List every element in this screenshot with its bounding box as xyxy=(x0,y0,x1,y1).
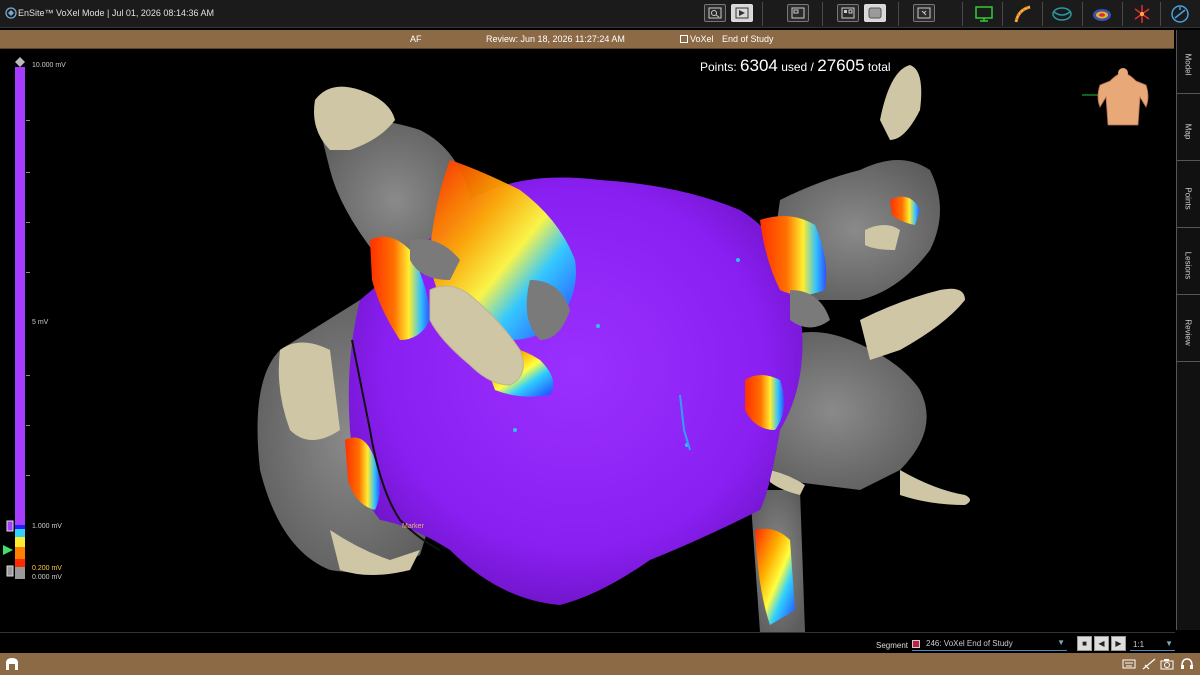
app-title: EnSite™ VoXel Mode | Jul 01, 2026 08:14:… xyxy=(18,8,214,18)
headset-icon[interactable] xyxy=(1180,657,1194,671)
segment-label: Segment xyxy=(876,641,909,650)
tab-map-label: Map xyxy=(1183,123,1193,140)
toolbar-divider xyxy=(962,2,963,26)
scale-tick xyxy=(26,222,30,223)
ensite-logo-icon xyxy=(5,7,17,19)
beige-patch-right xyxy=(865,225,900,250)
camera-icon[interactable] xyxy=(1160,657,1174,671)
toolbar-divider xyxy=(1002,2,1003,26)
settings-icon[interactable] xyxy=(1166,2,1194,26)
tab-review[interactable]: Review xyxy=(1177,298,1200,362)
tab-lesions[interactable]: Lesions xyxy=(1177,231,1200,295)
tab-review-label: Review xyxy=(1183,319,1193,346)
study-mode: AF xyxy=(410,34,422,44)
segment-bar: Segment 246: VoXel End of Study ▼ ■ ◀ ▶ … xyxy=(0,632,1175,652)
low-threshold-handle-icon[interactable] xyxy=(6,565,16,577)
window-icon[interactable] xyxy=(864,4,886,22)
toolbar-divider xyxy=(822,2,823,26)
chevron-down-icon: ▼ xyxy=(1057,638,1065,647)
scale-top-handle-icon[interactable] xyxy=(14,57,26,67)
segment-select[interactable]: 246: VoXel End of Study ▼ xyxy=(912,637,1067,651)
monitor-icon[interactable] xyxy=(970,2,998,26)
tab-map[interactable]: Map xyxy=(1177,97,1200,161)
chevron-down-icon: ▼ xyxy=(1165,639,1173,648)
map-point xyxy=(513,428,517,432)
right-inferior-vein xyxy=(860,288,965,360)
scale-high-threshold-label: 1.000 mV xyxy=(32,523,62,530)
scale-tick xyxy=(26,425,30,426)
screen-capture-icon[interactable] xyxy=(913,4,935,22)
catheter-icon[interactable] xyxy=(1010,2,1038,26)
segment-icon xyxy=(912,640,920,648)
mapping-icon[interactable] xyxy=(1048,2,1076,26)
tab-model-label: Model xyxy=(1183,53,1193,76)
step-back-button[interactable]: ◀ xyxy=(1094,636,1109,651)
stop-button[interactable]: ■ xyxy=(1077,636,1092,651)
zoom-icon[interactable] xyxy=(704,4,726,22)
toolbar-divider xyxy=(1042,2,1043,26)
play-button[interactable]: ▶ xyxy=(1111,636,1126,651)
toolbar-divider xyxy=(898,2,899,26)
study-segment-label: End of Study xyxy=(722,34,774,44)
toolbar-divider xyxy=(762,2,763,26)
scale-max-label: 10.000 mV xyxy=(32,62,66,69)
layout-icon[interactable] xyxy=(787,4,809,22)
map-viewport[interactable] xyxy=(0,50,1175,632)
points-label: Points: xyxy=(700,60,737,74)
toolbar-divider xyxy=(1122,2,1123,26)
voltage-color-scale xyxy=(15,67,25,579)
voltage-map-3d[interactable] xyxy=(0,50,1175,632)
compare-icon[interactable] xyxy=(837,4,859,22)
scale-low-threshold-label: 0.200 mV xyxy=(32,565,62,572)
tab-points[interactable]: Points xyxy=(1177,164,1200,228)
tab-model[interactable]: Model xyxy=(1177,30,1200,94)
voxel-icon xyxy=(680,35,688,43)
surface-icon[interactable] xyxy=(1088,2,1116,26)
toolbar-divider xyxy=(1082,2,1083,26)
orientation-torso-icon[interactable] xyxy=(1080,67,1165,131)
scale-tick xyxy=(26,375,30,376)
right-superior-vein xyxy=(880,65,922,140)
scale-tick xyxy=(26,172,30,173)
keyboard-icon[interactable] xyxy=(1122,657,1136,671)
playback-speed-select[interactable]: 1:1 ▼ xyxy=(1130,637,1175,651)
points-total-count: 27605 xyxy=(817,56,865,75)
marker-label: Marker xyxy=(402,523,424,530)
lower-right-vein xyxy=(900,470,970,505)
scale-min-label: 0.000 mV xyxy=(32,574,62,581)
map-point xyxy=(736,258,740,262)
top-toolbar: EnSite™ VoXel Mode | Jul 01, 2026 08:14:… xyxy=(0,0,1200,28)
points-used-label: used / xyxy=(781,60,814,74)
status-bar: AF Review: Jun 18, 2026 11:27:24 AM VoXe… xyxy=(0,30,1174,49)
tab-points-label: Points xyxy=(1183,187,1193,210)
view-icon[interactable] xyxy=(731,4,753,22)
brand-logo-icon xyxy=(6,658,18,670)
scale-tick xyxy=(26,120,30,121)
voxel-label: VoXel xyxy=(690,34,714,44)
points-total-label: total xyxy=(867,60,891,74)
footer-bar xyxy=(0,653,1200,675)
map-point xyxy=(596,324,600,328)
side-tab-panel: Model Map Points Lesions Review xyxy=(1176,30,1200,630)
tab-lesions-label: Lesions xyxy=(1183,251,1193,280)
network-icon[interactable] xyxy=(1142,657,1156,671)
threshold-pointer-icon[interactable] xyxy=(2,545,14,555)
points-used-count: 6304 xyxy=(740,56,778,75)
scale-tick xyxy=(26,272,30,273)
scale-mid-label: 5 mV xyxy=(32,319,49,326)
ablation-icon[interactable] xyxy=(1128,2,1156,26)
toolbar-divider xyxy=(1160,2,1161,26)
review-timestamp: Review: Jun 18, 2026 11:27:24 AM xyxy=(486,34,625,44)
playback-speed-value: 1:1 xyxy=(1133,640,1145,649)
high-threshold-handle-icon[interactable] xyxy=(6,520,16,532)
segment-value: 246: VoXel End of Study xyxy=(926,639,1013,648)
scale-tick xyxy=(26,475,30,476)
points-readout: Points: 6304 used / 27605 total xyxy=(700,56,891,76)
